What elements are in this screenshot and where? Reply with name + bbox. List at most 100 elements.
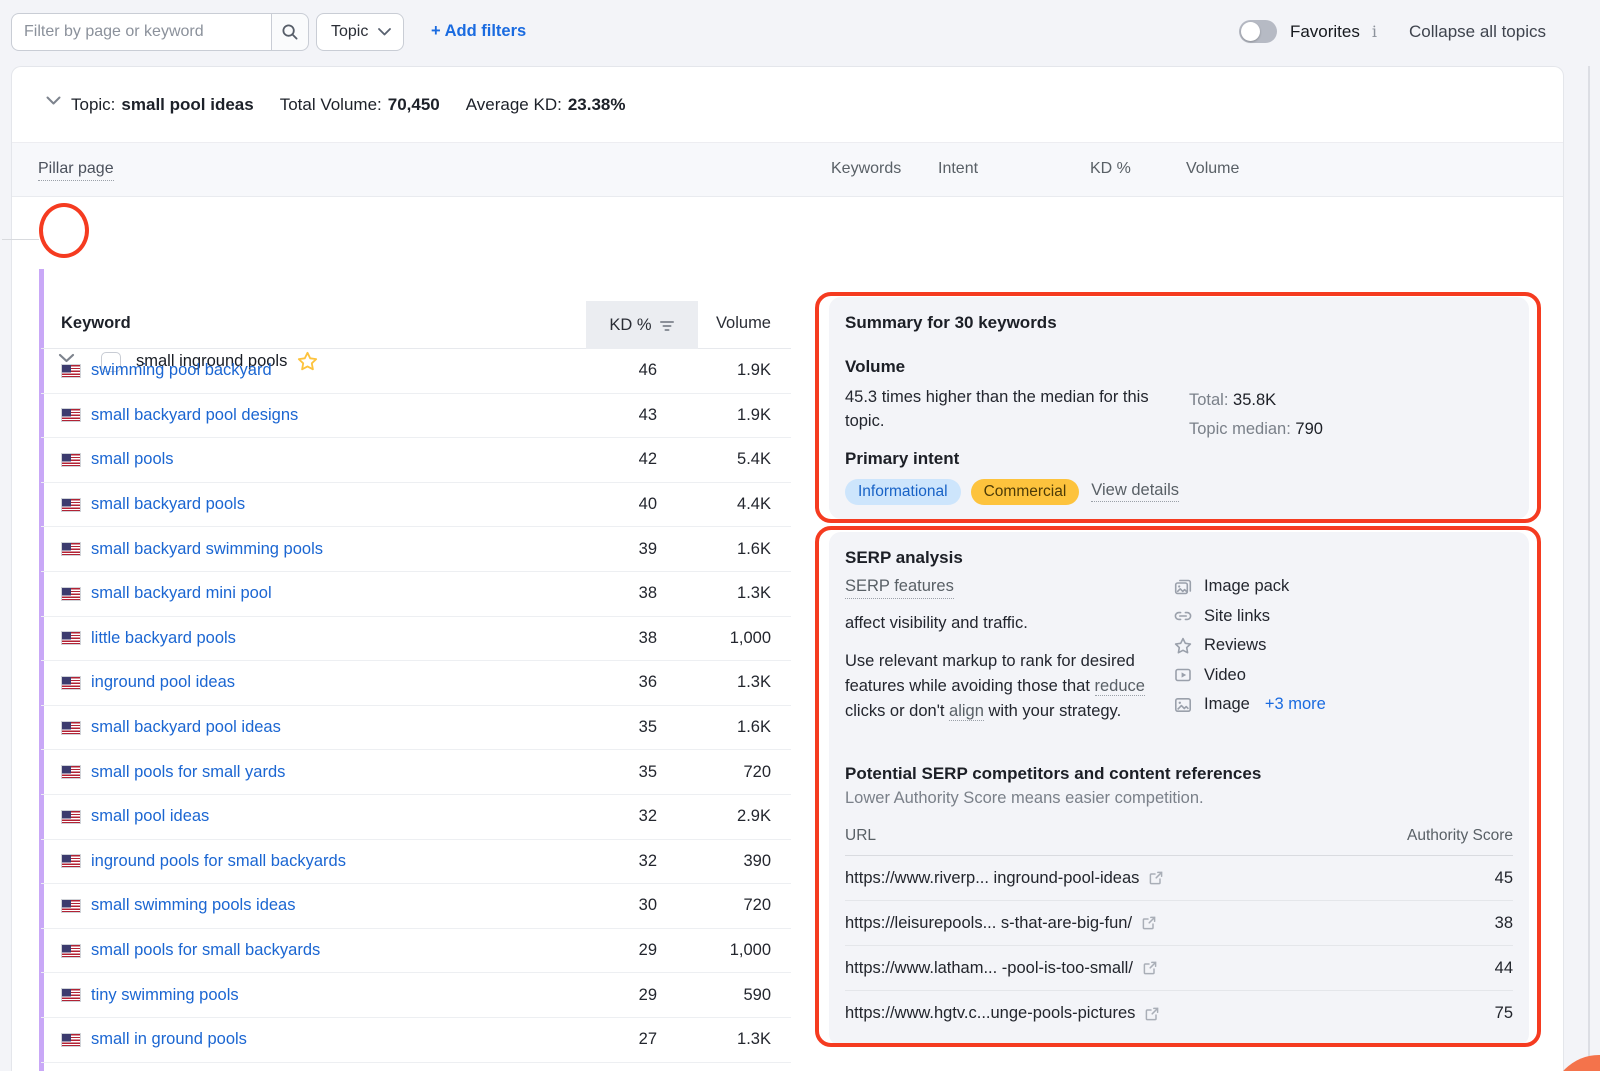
intent-badge-informational[interactable]: Informational (845, 479, 961, 505)
keyword-volume-value: 1.9K (691, 406, 771, 425)
keyword-volume-value: 5.4K (691, 450, 771, 469)
volume-column-header: Volume (1186, 160, 1239, 178)
keyword-link[interactable]: swimming pool backyard (87, 361, 597, 380)
external-link-icon (1148, 870, 1164, 886)
keyword-link[interactable]: small backyard swimming pools (87, 540, 597, 559)
image-icon (1173, 695, 1193, 715)
table-row: small backyard pool designs 43 1.9K (41, 394, 791, 439)
summary-volume-text: 45.3 times higher than the median for th… (845, 386, 1175, 434)
reviews-icon (1173, 636, 1193, 656)
keyword-volume-value: 2.9K (691, 807, 771, 826)
us-flag-icon (61, 498, 81, 512)
keyword-kd-value: 42 (597, 450, 657, 469)
favorites-toggle[interactable] (1239, 20, 1277, 43)
table-row: small in ground pools 27 1.3K (41, 1018, 791, 1063)
keyword-link[interactable]: little backyard pools (87, 629, 597, 648)
serp-feature-label: Image (1204, 695, 1250, 714)
info-icon[interactable]: i (1372, 22, 1377, 41)
keyword-volume-value: 390 (691, 852, 771, 871)
view-details-link[interactable]: View details (1091, 481, 1179, 502)
filter-input[interactable] (11, 13, 271, 51)
search-button[interactable] (271, 13, 309, 51)
keyword-link[interactable]: small backyard pools (87, 495, 597, 514)
serp-features-link[interactable]: SERP features (845, 577, 954, 599)
topic-median-label: Topic median: (1189, 420, 1291, 438)
topic-label: Topic: (71, 95, 115, 115)
kd-sort-header[interactable]: KD % (586, 301, 698, 349)
keyword-link[interactable]: small pool ideas (87, 807, 597, 826)
keyword-link[interactable]: small pools for small backyards (87, 941, 597, 960)
keyword-link[interactable]: inground pool ideas (87, 673, 597, 692)
competitors-subtitle: Lower Authority Score means easier compe… (845, 789, 1513, 808)
keyword-kd-value: 32 (597, 852, 657, 871)
external-link-icon (1142, 960, 1158, 976)
keyword-link[interactable]: small in ground pools (87, 1030, 597, 1049)
keyword-link[interactable]: small pools for small yards (87, 763, 597, 782)
keyword-link[interactable]: inground pools for small backyards (87, 852, 597, 871)
serp-competitors-section: Potential SERP competitors and content r… (845, 764, 1513, 1036)
topic-value: small pool ideas (121, 95, 253, 115)
us-flag-icon (61, 408, 81, 422)
serp-analysis-title: SERP analysis (845, 548, 1513, 568)
keyword-link[interactable]: small backyard pool designs (87, 406, 597, 425)
us-flag-icon (61, 542, 81, 556)
keyword-volume-value: 720 (691, 896, 771, 915)
table-row: small pool ideas 32 2.9K (41, 795, 791, 840)
competitor-url-link[interactable]: https://www.hgtv.c...unge-pools-pictures (845, 1004, 1160, 1023)
total-label: Total: (1189, 391, 1228, 409)
serp-feature-label: Site links (1204, 607, 1270, 626)
pillar-page-column-header[interactable]: Pillar page (38, 160, 114, 181)
volume-header-label: Volume (716, 314, 771, 333)
keyword-kd-value: 39 (597, 540, 657, 559)
keyword-link[interactable]: small backyard pool ideas (87, 718, 597, 737)
summary-title: Summary for 30 keywords (845, 313, 1513, 333)
competitor-url-link[interactable]: https://leisurepools... s-that-are-big-f… (845, 914, 1157, 933)
keyword-kd-value: 38 (597, 629, 657, 648)
table-row: small backyard swimming pools 39 1.6K (41, 527, 791, 572)
search-icon (281, 23, 299, 41)
add-filters-link[interactable]: + Add filters (431, 22, 526, 41)
competitor-authority-score: 75 (1495, 1004, 1513, 1023)
serp-feature-label: Video (1204, 666, 1246, 685)
keyword-kd-value: 35 (597, 763, 657, 782)
keyword-volume-value: 1.9K (691, 361, 771, 380)
columns-header-band: Pillar page Keywords Intent KD % Volume (12, 142, 1563, 197)
keyword-volume-value: 1.3K (691, 1030, 771, 1049)
competitor-url-link[interactable]: https://www.latham... -pool-is-too-small… (845, 959, 1158, 978)
topic-dropdown-label: Topic (331, 23, 368, 41)
competitor-authority-score: 44 (1495, 959, 1513, 978)
more-features-link[interactable]: +3 more (1265, 695, 1326, 714)
serp-term-reduce[interactable]: reduce (1095, 677, 1145, 696)
keyword-link[interactable]: tiny swimming pools (87, 986, 597, 1005)
serp-analysis-panel: SERP analysis SERP features affect visib… (829, 532, 1529, 1046)
topic-collapse-chevron-icon[interactable] (46, 96, 61, 105)
total-volume-label: Total Volume: (280, 95, 382, 115)
keyword-table-body: swimming pool backyard 46 1.9K small bac… (41, 349, 791, 1063)
chevron-down-icon (378, 28, 391, 36)
competitor-row: https://www.latham... -pool-is-too-small… (845, 946, 1513, 991)
serp-term-align[interactable]: align (949, 702, 984, 721)
topic-filter-dropdown[interactable]: Topic (316, 13, 404, 51)
us-flag-icon (61, 988, 81, 1002)
competitor-row: https://www.riverp... inground-pool-idea… (845, 856, 1513, 901)
right-gutter-line (1588, 66, 1590, 1071)
competitor-url-link[interactable]: https://www.riverp... inground-pool-idea… (845, 869, 1164, 888)
intent-badge-commercial[interactable]: Commercial (971, 479, 1080, 505)
us-flag-icon (61, 587, 81, 601)
video-icon (1173, 665, 1193, 685)
keyword-table: Keyword KD % Volume swimming pool backya… (41, 301, 791, 1063)
summary-volume-title: Volume (845, 357, 1513, 377)
table-row: inground pools for small backyards 32 39… (41, 840, 791, 885)
keywords-column-header: Keywords (831, 160, 901, 178)
keyword-kd-value: 46 (597, 361, 657, 380)
serp-feature-item: Image +3 more (1173, 690, 1326, 720)
collapse-all-topics-button[interactable]: Collapse all topics (1409, 22, 1546, 42)
keyword-link[interactable]: small swimming pools ideas (87, 896, 597, 915)
topic-header-row: Topic: small pool ideas Total Volume: 70… (12, 67, 1563, 142)
keyword-link[interactable]: small pools (87, 450, 597, 469)
competitor-row: https://www.hgtv.c...unge-pools-pictures… (845, 991, 1513, 1036)
us-flag-icon (61, 364, 81, 378)
serp-feature-item: Video (1173, 661, 1326, 691)
table-row: small backyard mini pool 38 1.3K (41, 572, 791, 617)
keyword-link[interactable]: small backyard mini pool (87, 584, 597, 603)
